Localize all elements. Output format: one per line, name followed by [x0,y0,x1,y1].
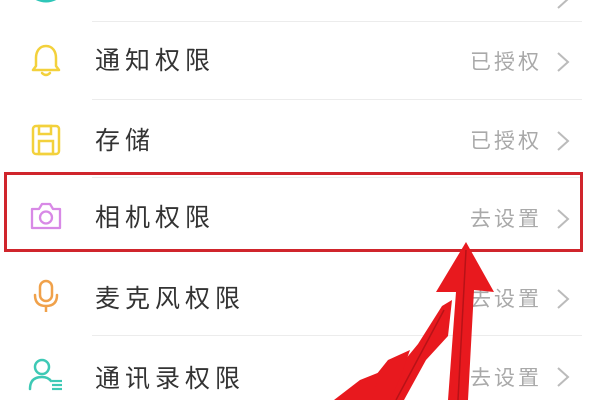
chevron-right-icon [557,131,570,151]
permission-row-contacts[interactable]: 通讯录权限 去设置 [0,336,600,414]
contacts-icon [28,358,62,391]
permission-row-notification[interactable]: 通知权限 已授权 [0,22,600,100]
permission-status[interactable]: 已授权 [470,128,542,154]
microphone-icon [33,279,59,312]
permission-status[interactable]: 去设置 [470,365,542,391]
permission-status[interactable]: 已授权 [470,49,542,75]
permission-label: 存储 [95,126,156,155]
permission-row-partial[interactable] [0,0,600,22]
chevron-right-icon [557,52,570,72]
storage-icon [31,124,61,156]
permission-label: 通讯录权限 [95,364,246,393]
permission-label: 麦克风权限 [95,284,246,313]
bell-icon [31,44,61,77]
highlight-box [4,172,583,252]
permission-row-storage[interactable]: 存储 已授权 [0,100,600,178]
chevron-right-icon [557,367,570,387]
chevron-right-icon [557,0,569,9]
permission-row-microphone[interactable]: 麦克风权限 去设置 [0,258,600,336]
partial-icon [35,0,57,3]
chevron-right-icon [557,289,570,309]
permission-label: 通知权限 [95,46,216,75]
permission-status[interactable]: 去设置 [470,286,542,312]
